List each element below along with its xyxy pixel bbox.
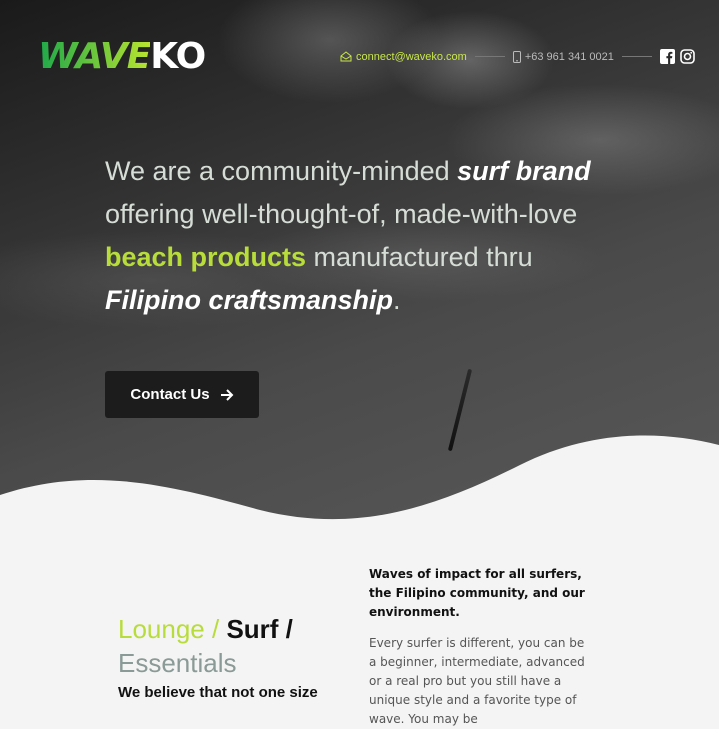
- contact-us-label: Contact Us: [130, 386, 210, 403]
- instagram-icon[interactable]: [680, 49, 695, 64]
- facebook-icon[interactable]: [659, 49, 675, 64]
- phone-text: +63 961 341 0021: [524, 50, 614, 63]
- divider-line: [621, 56, 652, 57]
- category-slash: /: [204, 614, 227, 644]
- headline-bold-surf: surf: [457, 156, 509, 186]
- contact-us-button[interactable]: Contact Us: [105, 371, 259, 418]
- logo[interactable]: WAVEKO: [38, 36, 206, 77]
- hero-section: WAVEKO connect@waveko.com +63 961 341 00…: [0, 0, 719, 540]
- top-contact-bar: connect@waveko.com +63 961 341 0021: [340, 49, 695, 64]
- headline-text-2: offering well-thought-of, made-with-love: [105, 199, 578, 229]
- category-lounge: Lounge: [118, 614, 205, 644]
- category-slash: /: [278, 614, 293, 644]
- email-link[interactable]: connect@waveko.com: [340, 51, 467, 63]
- headline-bold-brand: brand: [515, 156, 591, 186]
- hero-headline: We are a community-minded surf brand off…: [105, 150, 595, 322]
- phone-icon: [512, 50, 521, 63]
- phone-link[interactable]: +63 961 341 0021: [512, 50, 614, 63]
- categories-heading: Lounge / Surf / Essentials: [118, 612, 293, 680]
- category-essentials: Essentials: [118, 648, 237, 678]
- arrow-right-icon: [220, 388, 234, 401]
- social-links: [659, 49, 695, 64]
- intro-paragraph: Every surfer is different, you can be a …: [369, 636, 585, 726]
- email-text: connect@waveko.com: [356, 50, 467, 63]
- headline-bold-filipino: Filipino craftsmanship: [105, 285, 394, 315]
- headline-text-3: manufactured thru: [306, 242, 533, 272]
- wave-divider: [0, 435, 719, 540]
- headline-period: .: [393, 285, 401, 315]
- impact-heading: Waves of impact for all surfers, the Fil…: [369, 567, 585, 619]
- believe-heading: We believe that not one size: [118, 684, 318, 701]
- headline-highlight: beach products: [105, 242, 307, 272]
- headline-text-1: We are a community-minded: [105, 156, 458, 186]
- mail-icon: [340, 51, 352, 62]
- logo-wave-text: WAVE: [38, 36, 151, 77]
- divider-line: [474, 56, 505, 57]
- logo-ko-text: KO: [150, 36, 206, 77]
- category-surf: Surf: [226, 614, 279, 644]
